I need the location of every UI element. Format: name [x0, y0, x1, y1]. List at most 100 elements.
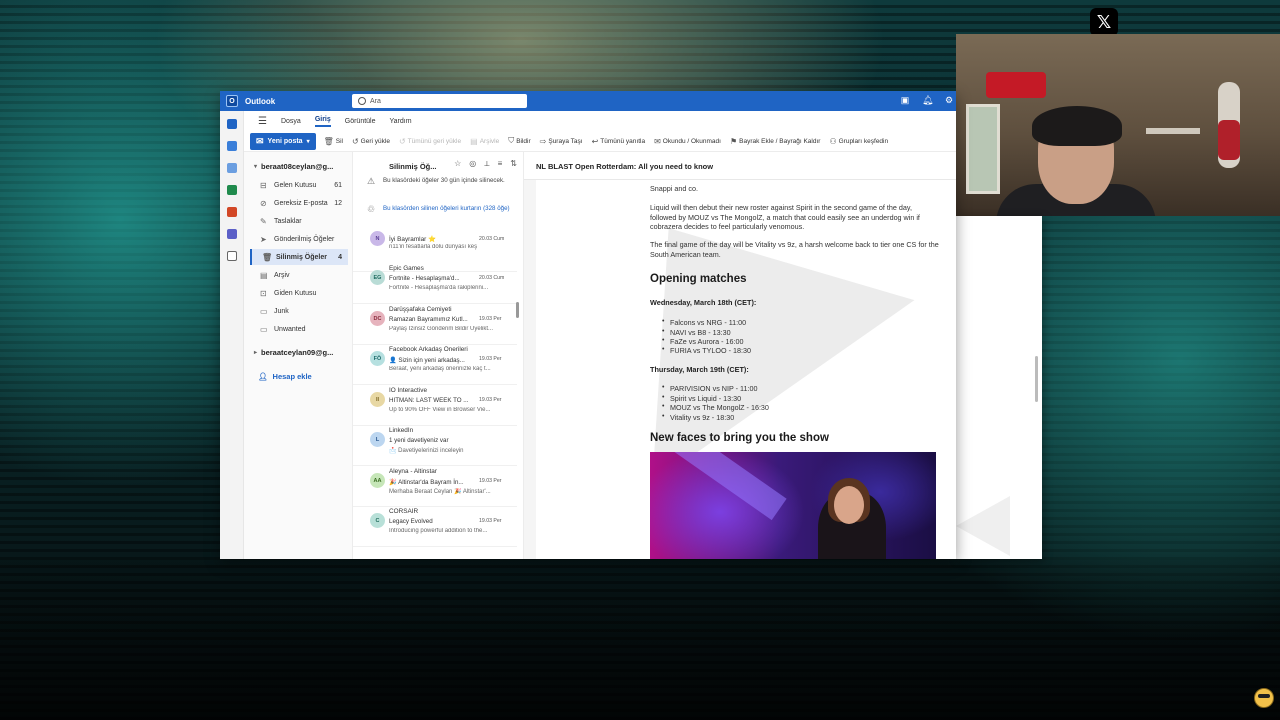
reading-pane-scrollbar[interactable]	[1035, 356, 1038, 402]
message-item[interactable]: C CORSAIR Legacy Evolved 19.03 Per Intro…	[353, 507, 517, 547]
app-rail	[220, 111, 244, 559]
account-name: beraat08ceylan@g...	[261, 162, 334, 171]
bullet: •	[662, 337, 665, 344]
message-item[interactable]: FÖ Facebook Arkadaş Önerileri 👤 Sizin iç…	[353, 345, 517, 385]
menu-yardim[interactable]: Yardım	[390, 118, 412, 125]
read-unread-button[interactable]: ✉ Okundu / Okunmadı	[654, 137, 721, 146]
trash-icon: 🗑︎	[323, 136, 334, 146]
sort-icon[interactable]: ⇅	[510, 159, 517, 169]
webcam-figure-dress	[1218, 120, 1240, 160]
account-name: beraatceylan09@g...	[261, 348, 334, 357]
new-mail-label: Yeni posta	[267, 137, 303, 145]
x-logo-icon: 𝕏	[1090, 8, 1118, 36]
message-sender: Facebook Arkadaş Önerileri	[389, 346, 468, 353]
match-item: FaZe vs Aurora - 16:00	[670, 337, 744, 346]
delete-label: Sil	[335, 137, 343, 145]
sweep-icon[interactable]: ⟂	[484, 159, 489, 169]
delete-button[interactable]: 🗑︎ Sil	[324, 137, 343, 146]
restore-button[interactable]: ↺ Geri yükle	[352, 137, 390, 146]
folder-junk[interactable]: ▭ Junk	[250, 303, 348, 319]
menu-goruntule[interactable]: Görüntüle	[345, 118, 376, 125]
folder-archive[interactable]: ▤ Arşiv	[250, 267, 348, 283]
people-icon[interactable]	[226, 163, 237, 173]
send-icon: ➤	[260, 234, 267, 244]
background-shadow	[0, 560, 1280, 720]
folder-outbox[interactable]: ⊡ Giden Kutusu	[250, 285, 348, 301]
folder-unwanted[interactable]: ▭ Unwanted	[250, 321, 348, 337]
mail-icon[interactable]	[226, 119, 237, 129]
menu-giris[interactable]: Giriş	[314, 116, 331, 127]
hamburger-icon[interactable]: ☰	[258, 116, 267, 127]
message-item[interactable]: DC Darüşşafaka Cemiyeti Ramazan Bayramım…	[353, 305, 517, 345]
report-button[interactable]: ⛉ Bildir	[508, 136, 530, 146]
flag-icon: ⚑	[729, 136, 738, 146]
folder-deleted[interactable]: 🗑︎ Silinmiş Öğeler 4	[250, 249, 348, 265]
select-icon[interactable]: ◎	[469, 159, 476, 169]
message-preview: Fortnite - Hesaplaşma'da rakiplerini...	[389, 285, 489, 291]
match-item: Vitality vs 9z - 18:30	[670, 413, 735, 422]
apps-icon[interactable]	[226, 251, 237, 261]
avatar: AA	[370, 473, 385, 488]
message-time: 19.03 Per	[479, 397, 502, 403]
bullet: •	[662, 394, 665, 401]
match-item: FURIA vs TYLOO - 18:30	[670, 346, 751, 355]
message-sender: IO Interactive	[389, 387, 428, 394]
reading-pane: NL BLAST Open Rotterdam: All you need to…	[524, 152, 956, 559]
new-mail-button[interactable]: ✉ Yeni posta ▾	[250, 132, 316, 150]
powerpoint-icon[interactable]	[226, 207, 237, 217]
message-subject: Fortnite - Hesaplaşma'd...	[389, 275, 460, 282]
message-preview: Paylaş İzinsiz Gönderim Bildir Üyelikt..…	[389, 326, 494, 332]
junk-icon: ⊘	[260, 198, 267, 208]
folder-sent[interactable]: ➤ Gönderilmiş Öğeler	[250, 231, 348, 247]
message-sender: Aleyna - Altinstar	[389, 468, 437, 475]
restore-all-button[interactable]: ↺ Tümünü geri yükle	[399, 137, 461, 146]
search-box[interactable]	[352, 94, 527, 108]
folder-label: Gelen Kutusu	[274, 181, 317, 189]
archive-button[interactable]: ▤ Arşivle	[470, 137, 499, 146]
folder-label: Gönderilmiş Öğeler	[274, 235, 335, 243]
bell-icon[interactable]: 🔔︎	[922, 95, 933, 105]
message-item[interactable]: L LinkedIn 1 yeni davetiyeniz var 📩 Dave…	[353, 426, 517, 466]
message-item[interactable]: EG Epic Games Fortnite - Hesaplaşma'd...…	[353, 264, 517, 304]
presenter-face	[834, 486, 864, 524]
move-to-button[interactable]: ⇨ Şuraya Taşı	[540, 137, 583, 146]
search-input[interactable]	[370, 97, 520, 105]
restore-label: Geri yükle	[360, 137, 390, 145]
folder-title: Silinmiş Öğ...	[389, 161, 437, 171]
recover-items-link[interactable]: ♲ Bu klasörden silinen öğeleri kurtarın …	[367, 204, 517, 214]
filter-icon[interactable]: ≡	[498, 159, 503, 169]
meet-now-icon[interactable]: ▣	[900, 95, 910, 105]
folder-count: 12	[334, 199, 342, 207]
message-item[interactable]: AA Aleyna - Altinstar 🎉 Altinstar'da Bay…	[353, 467, 517, 507]
outlook-icon: O	[226, 95, 238, 107]
archive-icon: ▤	[470, 136, 478, 146]
settings-icon[interactable]: ⚙	[944, 95, 954, 105]
excel-icon[interactable]	[226, 185, 237, 195]
message-item[interactable]: II IO Interactive HITMAN: LAST WEEK TO .…	[353, 386, 517, 426]
account-header-secondary[interactable]: ▸ beraatceylan09@g...	[254, 348, 333, 357]
chevron-down-icon[interactable]: ▾	[307, 138, 310, 145]
folder-inbox[interactable]: ⊟ Gelen Kutusu 61	[250, 177, 348, 193]
recover-icon: ♲	[367, 204, 376, 214]
report-label: Bildir	[516, 137, 531, 145]
message-subject: HITMAN: LAST WEEK TO ...	[389, 397, 469, 404]
add-account-link[interactable]: 👤︎ Hesap ekle	[258, 372, 312, 381]
chevron-down-icon: ▾	[254, 164, 258, 170]
match-item: PARIVISION vs NIP - 11:00	[670, 384, 758, 393]
folder-count: 4	[338, 253, 342, 261]
star-icon[interactable]: ☆	[454, 159, 461, 169]
reply-all-button[interactable]: ↩ Tümünü yanıtla	[592, 137, 646, 146]
account-header-primary[interactable]: ▾ beraat08ceylan@g...	[254, 162, 333, 171]
calendar-icon[interactable]	[226, 141, 237, 151]
menu-dosya[interactable]: Dosya	[281, 118, 301, 125]
reply-all-icon: ↩	[591, 136, 599, 146]
folder-drafts[interactable]: ✎ Taslaklar	[250, 213, 348, 229]
message-list: Silinmiş Öğ... ☆ ◎ ⟂ ≡ ⇅ ⚠ Bu klasördeki…	[352, 152, 524, 559]
message-list-scrollbar[interactable]	[516, 302, 519, 318]
teams-icon[interactable]	[226, 229, 237, 239]
flag-button[interactable]: ⚑ Bayrak Ekle / Bayrağı Kaldır	[730, 137, 820, 146]
compose-icon: ✉	[256, 135, 264, 146]
message-time: 19.03 Per	[479, 518, 502, 524]
discover-groups-button[interactable]: ⚇ Grupları keşfedin	[829, 137, 888, 146]
folder-junk-email[interactable]: ⊘ Gereksiz E-posta 12	[250, 195, 348, 211]
